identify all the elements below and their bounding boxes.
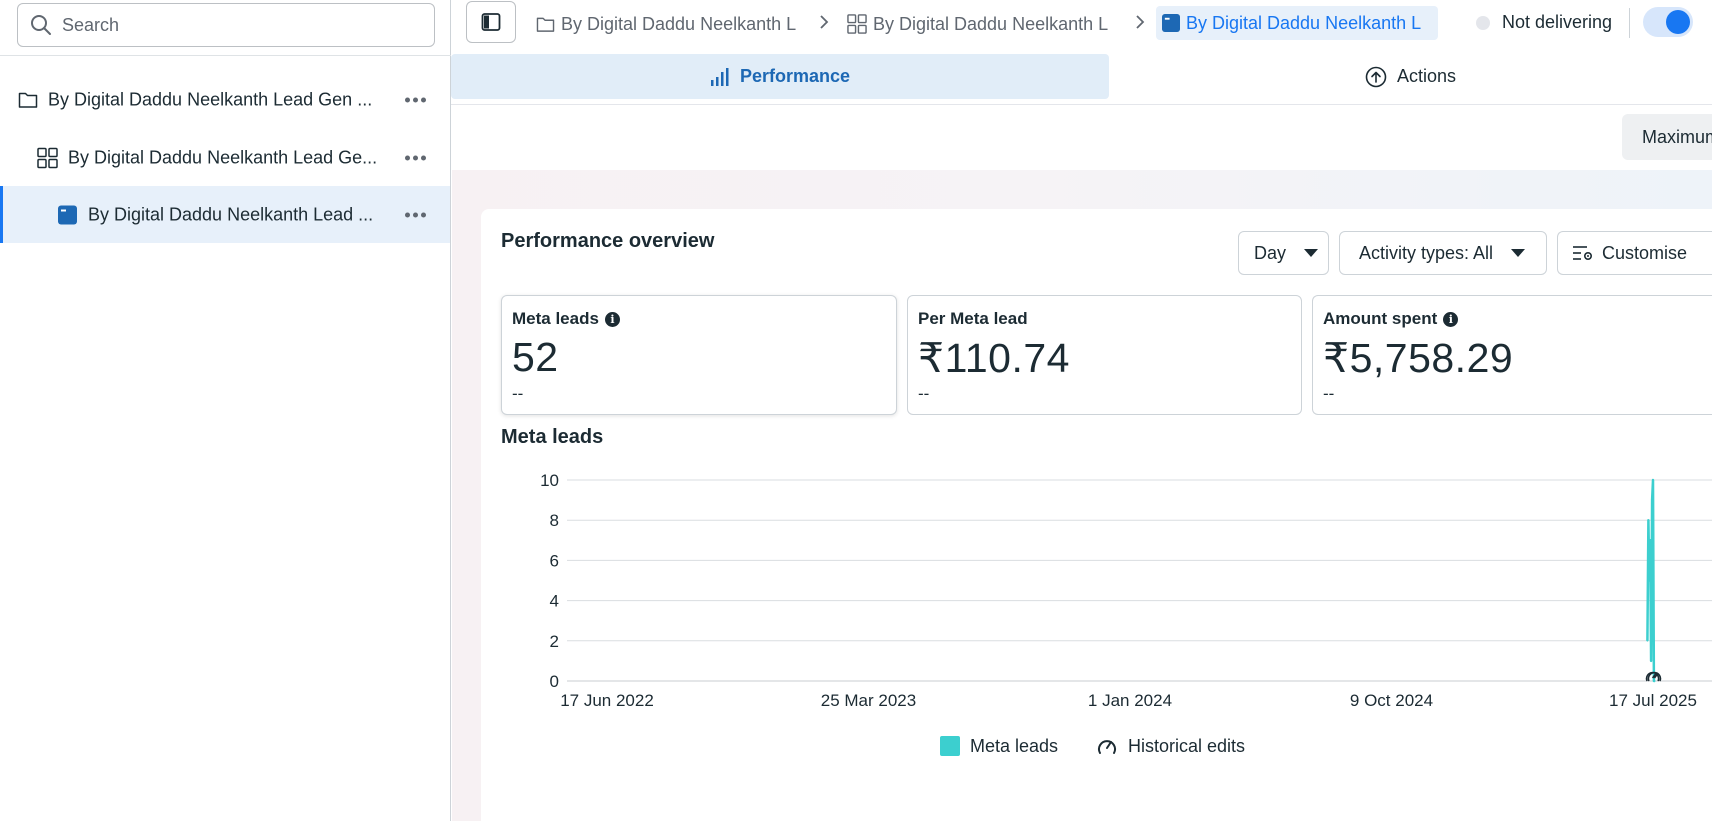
chevron-right-icon: [1136, 15, 1145, 29]
breadcrumb-campaign[interactable]: By Digital Daddu Neelkanth L: [536, 9, 811, 39]
folder-icon: [536, 17, 555, 32]
divider: [451, 104, 1712, 105]
metric-label: Meta leads: [512, 309, 599, 328]
sidebar-toggle-icon: [481, 13, 501, 31]
search-icon: [31, 15, 51, 35]
status-text: Not delivering: [1502, 12, 1613, 32]
x-tick-label: 9 Oct 2024: [1350, 691, 1433, 710]
breadcrumb-ad[interactable]: By Digital Daddu Neelkanth L: [1156, 6, 1438, 40]
x-tick-label: 25 Mar 2023: [821, 691, 916, 710]
customise-button[interactable]: Customise: [1557, 231, 1712, 275]
arrow-up-circle-icon: [1365, 66, 1387, 87]
metric-card-amount-spent[interactable]: Amount spent i ₹5,758.29 --: [1312, 295, 1712, 415]
legend-label: Historical edits: [1128, 735, 1246, 756]
info-icon[interactable]: i: [604, 311, 620, 327]
top-bar: By Digital Daddu Neelkanth L By Digital …: [451, 0, 1712, 48]
maximum-button[interactable]: Maximum: [1622, 114, 1712, 160]
bar-chart-icon: [710, 67, 729, 86]
info-icon[interactable]: i: [1443, 311, 1459, 327]
tab-performance[interactable]: Performance: [451, 54, 1109, 99]
y-tick-label: 2: [550, 632, 559, 651]
ad-icon: [1162, 14, 1180, 32]
caret-down-icon: [1304, 249, 1319, 257]
metric-delta: --: [1323, 384, 1335, 403]
tab-actions[interactable]: Actions: [1109, 54, 1712, 99]
metric-value: ₹110.74: [918, 335, 1070, 381]
legend-swatch: [940, 736, 960, 756]
legend-item-meta-leads[interactable]: Meta leads: [940, 733, 1058, 759]
data-point: [1646, 640, 1649, 642]
tree-item-label: By Digital Daddu Neelkanth Lead ...: [88, 204, 374, 224]
x-tick-label: 1 Jan 2024: [1088, 691, 1172, 710]
metric-label: Amount spent: [1323, 309, 1438, 328]
more-options-icon[interactable]: [405, 212, 426, 217]
y-tick-label: 4: [550, 592, 559, 611]
day-dropdown[interactable]: Day: [1238, 231, 1329, 275]
metric-value: 52: [512, 334, 559, 380]
legend-item-historical-edits[interactable]: Historical edits: [1096, 733, 1245, 759]
data-point: [1647, 519, 1650, 521]
metric-card-meta-leads[interactable]: Meta leads i 52 --: [501, 295, 897, 415]
search-placeholder: Search: [62, 14, 120, 35]
breadcrumb-adset[interactable]: By Digital Daddu Neelkanth L: [847, 9, 1127, 39]
divider: [1629, 8, 1630, 38]
metric-delta: --: [918, 384, 930, 403]
status-indicator: [1476, 16, 1490, 30]
tree-item-campaign[interactable]: By Digital Daddu Neelkanth Lead Gen ...: [0, 72, 450, 128]
metric-card-per-meta-lead[interactable]: Per Meta lead ₹110.74 --: [907, 295, 1302, 415]
activity-types-dropdown[interactable]: Activity types: All: [1339, 231, 1547, 275]
search-input[interactable]: Search: [17, 3, 435, 47]
caret-down-icon: [1511, 249, 1526, 257]
chevron-right-icon: [820, 15, 829, 29]
gauge-icon: [1098, 740, 1116, 754]
data-point: [1651, 499, 1653, 501]
y-tick-label: 6: [550, 551, 559, 570]
meta-leads-chart: 0 2 4 6 8 10 17 Jun 2022 25 Mar 2023 1 Jan 2024 9…: [540, 471, 1712, 710]
data-point: [1654, 680, 1656, 682]
y-tick-label: 0: [550, 672, 559, 691]
grid-icon: [37, 147, 58, 169]
tree-item-label: By Digital Daddu Neelkanth Lead Gen ...: [48, 89, 373, 110]
panel-toggle-button[interactable]: [466, 1, 516, 43]
grid-icon: [847, 14, 867, 34]
metric-label: Per Meta lead: [918, 309, 1028, 328]
x-tick-label: 17 Jun 2022: [560, 691, 654, 710]
delivery-toggle[interactable]: [1643, 7, 1693, 37]
customise-icon: [1573, 246, 1593, 261]
y-tick-label: 8: [550, 511, 559, 530]
legend-label: Meta leads: [970, 735, 1059, 756]
tree-item-label: By Digital Daddu Neelkanth Lead Ge...: [68, 147, 378, 168]
tree-item-adset[interactable]: By Digital Daddu Neelkanth Lead Ge...: [0, 130, 450, 186]
x-tick-label: 17 Jul 2025: [1609, 691, 1697, 710]
metric-delta: --: [512, 384, 524, 403]
data-point: [1648, 579, 1651, 582]
chart-title: Meta leads: [501, 426, 604, 448]
y-tick-label: 10: [540, 471, 559, 490]
more-options-icon[interactable]: [405, 97, 426, 103]
performance-overview-title: Performance overview: [501, 230, 715, 252]
more-options-icon[interactable]: [405, 155, 426, 161]
data-point: [1652, 479, 1654, 481]
divider: [0, 55, 451, 56]
data-point: [1649, 539, 1652, 542]
metric-value: ₹5,758.29: [1323, 335, 1514, 381]
data-point: [1650, 660, 1652, 662]
tree-item-ad[interactable]: By Digital Daddu Neelkanth Lead ...: [0, 186, 450, 243]
sidebar: Search By Digital Daddu Neelkanth Lead G…: [0, 0, 451, 821]
folder-icon: [18, 91, 38, 109]
ad-icon: [58, 205, 77, 224]
